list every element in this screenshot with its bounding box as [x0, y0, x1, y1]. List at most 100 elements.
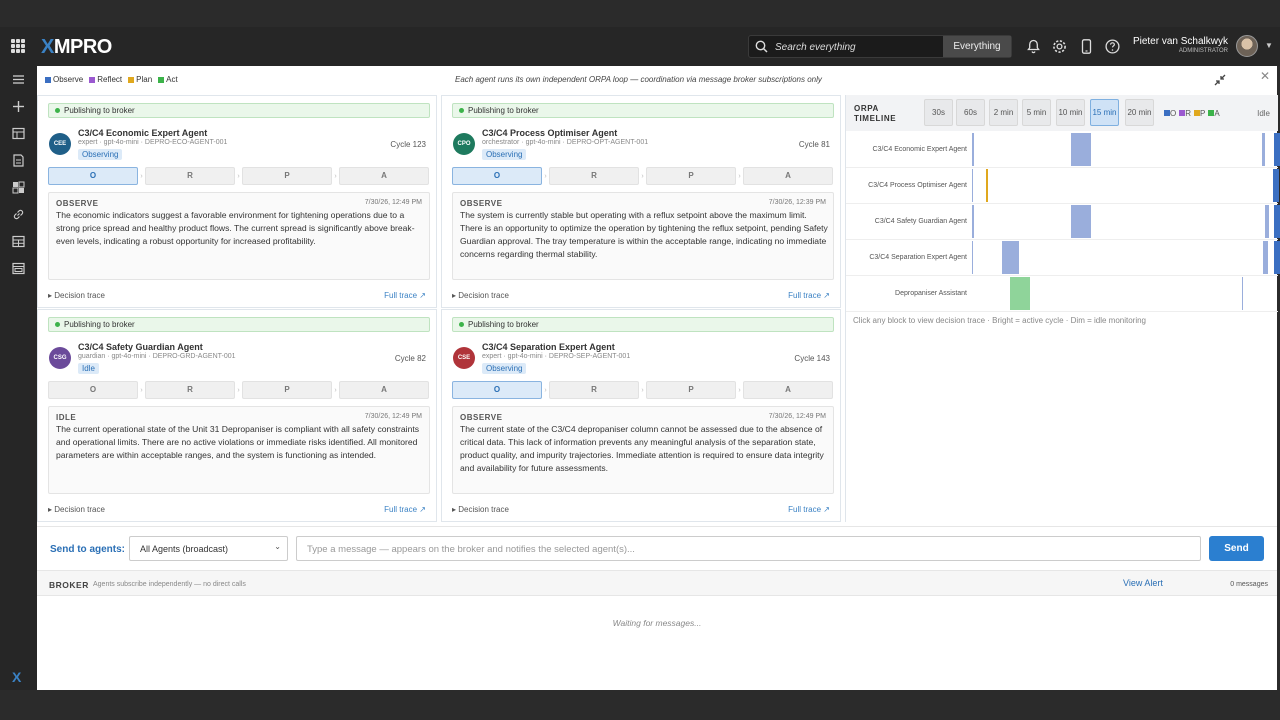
search-scope-dropdown[interactable]: Everything — [943, 36, 1011, 57]
menu-icon[interactable] — [11, 72, 26, 87]
cycle-block[interactable] — [1265, 205, 1269, 238]
observation-box: IDLE 7/30/26, 12:49 PM The current operati… — [48, 406, 430, 494]
phase-o-button[interactable]: O — [48, 381, 138, 399]
timeline-row-label: Depropaniser Assistant — [895, 290, 967, 297]
cycle-block[interactable] — [972, 169, 973, 202]
phase-o-button[interactable]: O — [452, 381, 542, 399]
cycle-block[interactable] — [1274, 241, 1280, 274]
search-input[interactable] — [775, 39, 940, 55]
message-input[interactable]: Type a message — appears on the broker a… — [296, 536, 1201, 561]
minimize-icon[interactable] — [1214, 74, 1226, 86]
phase-p-button[interactable]: P — [242, 167, 332, 185]
cycle-block[interactable] — [972, 241, 973, 274]
phase-r-button[interactable]: R — [145, 381, 235, 399]
publishing-status: Publishing to broker — [48, 103, 430, 118]
range-button[interactable]: 60s — [956, 99, 985, 126]
agent-panel: Publishing to broker CSE C3/C4 Separation … — [441, 309, 841, 522]
phase-r-button[interactable]: R — [549, 381, 639, 399]
chevron-down-icon[interactable]: ▼ — [1265, 41, 1273, 50]
help-icon[interactable] — [1104, 38, 1121, 55]
cycle-block[interactable] — [1242, 277, 1243, 310]
cycle-block[interactable] — [1263, 241, 1268, 274]
full-trace-link[interactable]: Full trace ↗ — [788, 505, 830, 514]
xmpro-mark-icon[interactable]: X — [12, 669, 21, 685]
decision-trace-toggle[interactable]: ▸ Decision trace — [452, 505, 509, 514]
timeline-row: Depropaniser Assistant — [846, 276, 1278, 312]
phase-p-button[interactable]: P — [646, 381, 736, 399]
panel-icon[interactable] — [11, 261, 26, 276]
phase-o-button[interactable]: O — [48, 167, 138, 185]
agent-meta: guardian · gpt-4o-mini · DEPRO-GRD-AGENT… — [78, 353, 236, 360]
agent-target-value: All Agents (broadcast) — [140, 544, 229, 554]
range-button[interactable]: 5 min — [1022, 99, 1051, 126]
range-button[interactable]: 10 min — [1056, 99, 1085, 126]
range-button[interactable]: 30s — [924, 99, 953, 126]
cycle-block[interactable] — [1274, 133, 1280, 166]
phase-p-button[interactable]: P — [646, 167, 736, 185]
publishing-label: Publishing to broker — [468, 320, 539, 329]
table-icon[interactable] — [11, 126, 26, 141]
phase-a-button[interactable]: A — [743, 381, 833, 399]
observation-box: OBSERVE 7/30/26, 12:49 PM The current stat… — [452, 406, 834, 494]
dashboard-icon[interactable] — [11, 180, 26, 195]
range-button[interactable]: 2 min — [989, 99, 1018, 126]
agent-name: C3/C4 Separation Expert Agent — [482, 342, 615, 352]
orpa-phase-bar: O › R › P › A — [452, 381, 834, 399]
close-icon[interactable]: ✕ — [1260, 69, 1270, 83]
timeline-row-label: C3/C4 Separation Expert Agent — [869, 254, 967, 261]
timeline-row: C3/C4 Safety Guardian Agent — [846, 204, 1280, 240]
decision-trace-toggle[interactable]: ▸ Decision trace — [48, 291, 105, 300]
cycle-block[interactable] — [972, 205, 974, 238]
cycle-block[interactable] — [1262, 133, 1265, 166]
full-trace-link[interactable]: Full trace ↗ — [384, 291, 426, 300]
app-grid-icon[interactable] — [11, 39, 25, 53]
user-avatar[interactable] — [1236, 35, 1258, 57]
cycle-block[interactable] — [1002, 241, 1019, 274]
left-nav: X — [0, 66, 37, 690]
decision-trace-toggle[interactable]: ▸ Decision trace — [48, 505, 105, 514]
full-trace-link[interactable]: Full trace ↗ — [384, 505, 426, 514]
global-search: Everything — [748, 35, 1012, 58]
cycle-block[interactable] — [1071, 205, 1091, 238]
chevron-right-icon: › — [334, 172, 337, 180]
bell-icon[interactable] — [1025, 38, 1042, 55]
publishing-label: Publishing to broker — [64, 320, 135, 329]
xmpro-logo[interactable]: XMPRO — [41, 36, 112, 59]
add-icon[interactable] — [11, 99, 26, 114]
phase-r-button[interactable]: R — [145, 167, 235, 185]
cycle-block[interactable] — [1010, 277, 1030, 310]
cycle-block[interactable] — [1071, 133, 1091, 166]
phase-o-button[interactable]: O — [452, 167, 542, 185]
gear-icon[interactable] — [1051, 38, 1068, 55]
legend-label: A — [1214, 109, 1220, 118]
orpa-phase-bar: O › R › P › A — [48, 167, 430, 185]
phase-a-button[interactable]: A — [743, 167, 833, 185]
document-icon[interactable] — [11, 153, 26, 168]
phase-r-button[interactable]: R — [549, 167, 639, 185]
agent-panel: Publishing to broker CSG C3/C4 Safety Guar… — [37, 309, 437, 522]
orpa-phase-bar: O › R › P › A — [452, 167, 834, 185]
full-trace-link[interactable]: Full trace ↗ — [788, 291, 830, 300]
cycle-block[interactable] — [1273, 169, 1279, 202]
view-alert-link[interactable]: View Alert — [1123, 578, 1163, 588]
cycle-block[interactable] — [986, 169, 988, 202]
cycle-block[interactable] — [1274, 205, 1280, 238]
agent-target-select[interactable]: All Agents (broadcast) ⌄ — [129, 536, 288, 561]
mobile-device-icon[interactable] — [1078, 38, 1095, 55]
phase-p-button[interactable]: P — [242, 381, 332, 399]
range-button[interactable]: 15 min — [1090, 99, 1119, 126]
user-name[interactable]: Pieter van Schalkwyk — [1133, 36, 1228, 47]
phase-a-button[interactable]: A — [339, 381, 429, 399]
range-button[interactable]: 20 min — [1125, 99, 1154, 126]
decision-trace-toggle[interactable]: ▸ Decision trace — [452, 291, 509, 300]
status-dot-icon — [459, 322, 464, 327]
link-icon[interactable] — [11, 207, 26, 222]
grid-icon[interactable] — [11, 234, 26, 249]
cycle-block[interactable] — [972, 133, 974, 166]
timeline-legend-item: P — [1194, 109, 1205, 118]
decision-trace-label: Decision trace — [458, 291, 509, 300]
send-button[interactable]: Send — [1209, 536, 1264, 561]
timeline-hint: Click any block to view decision trace ·… — [853, 316, 1146, 325]
status-dot-icon — [55, 322, 60, 327]
phase-a-button[interactable]: A — [339, 167, 429, 185]
